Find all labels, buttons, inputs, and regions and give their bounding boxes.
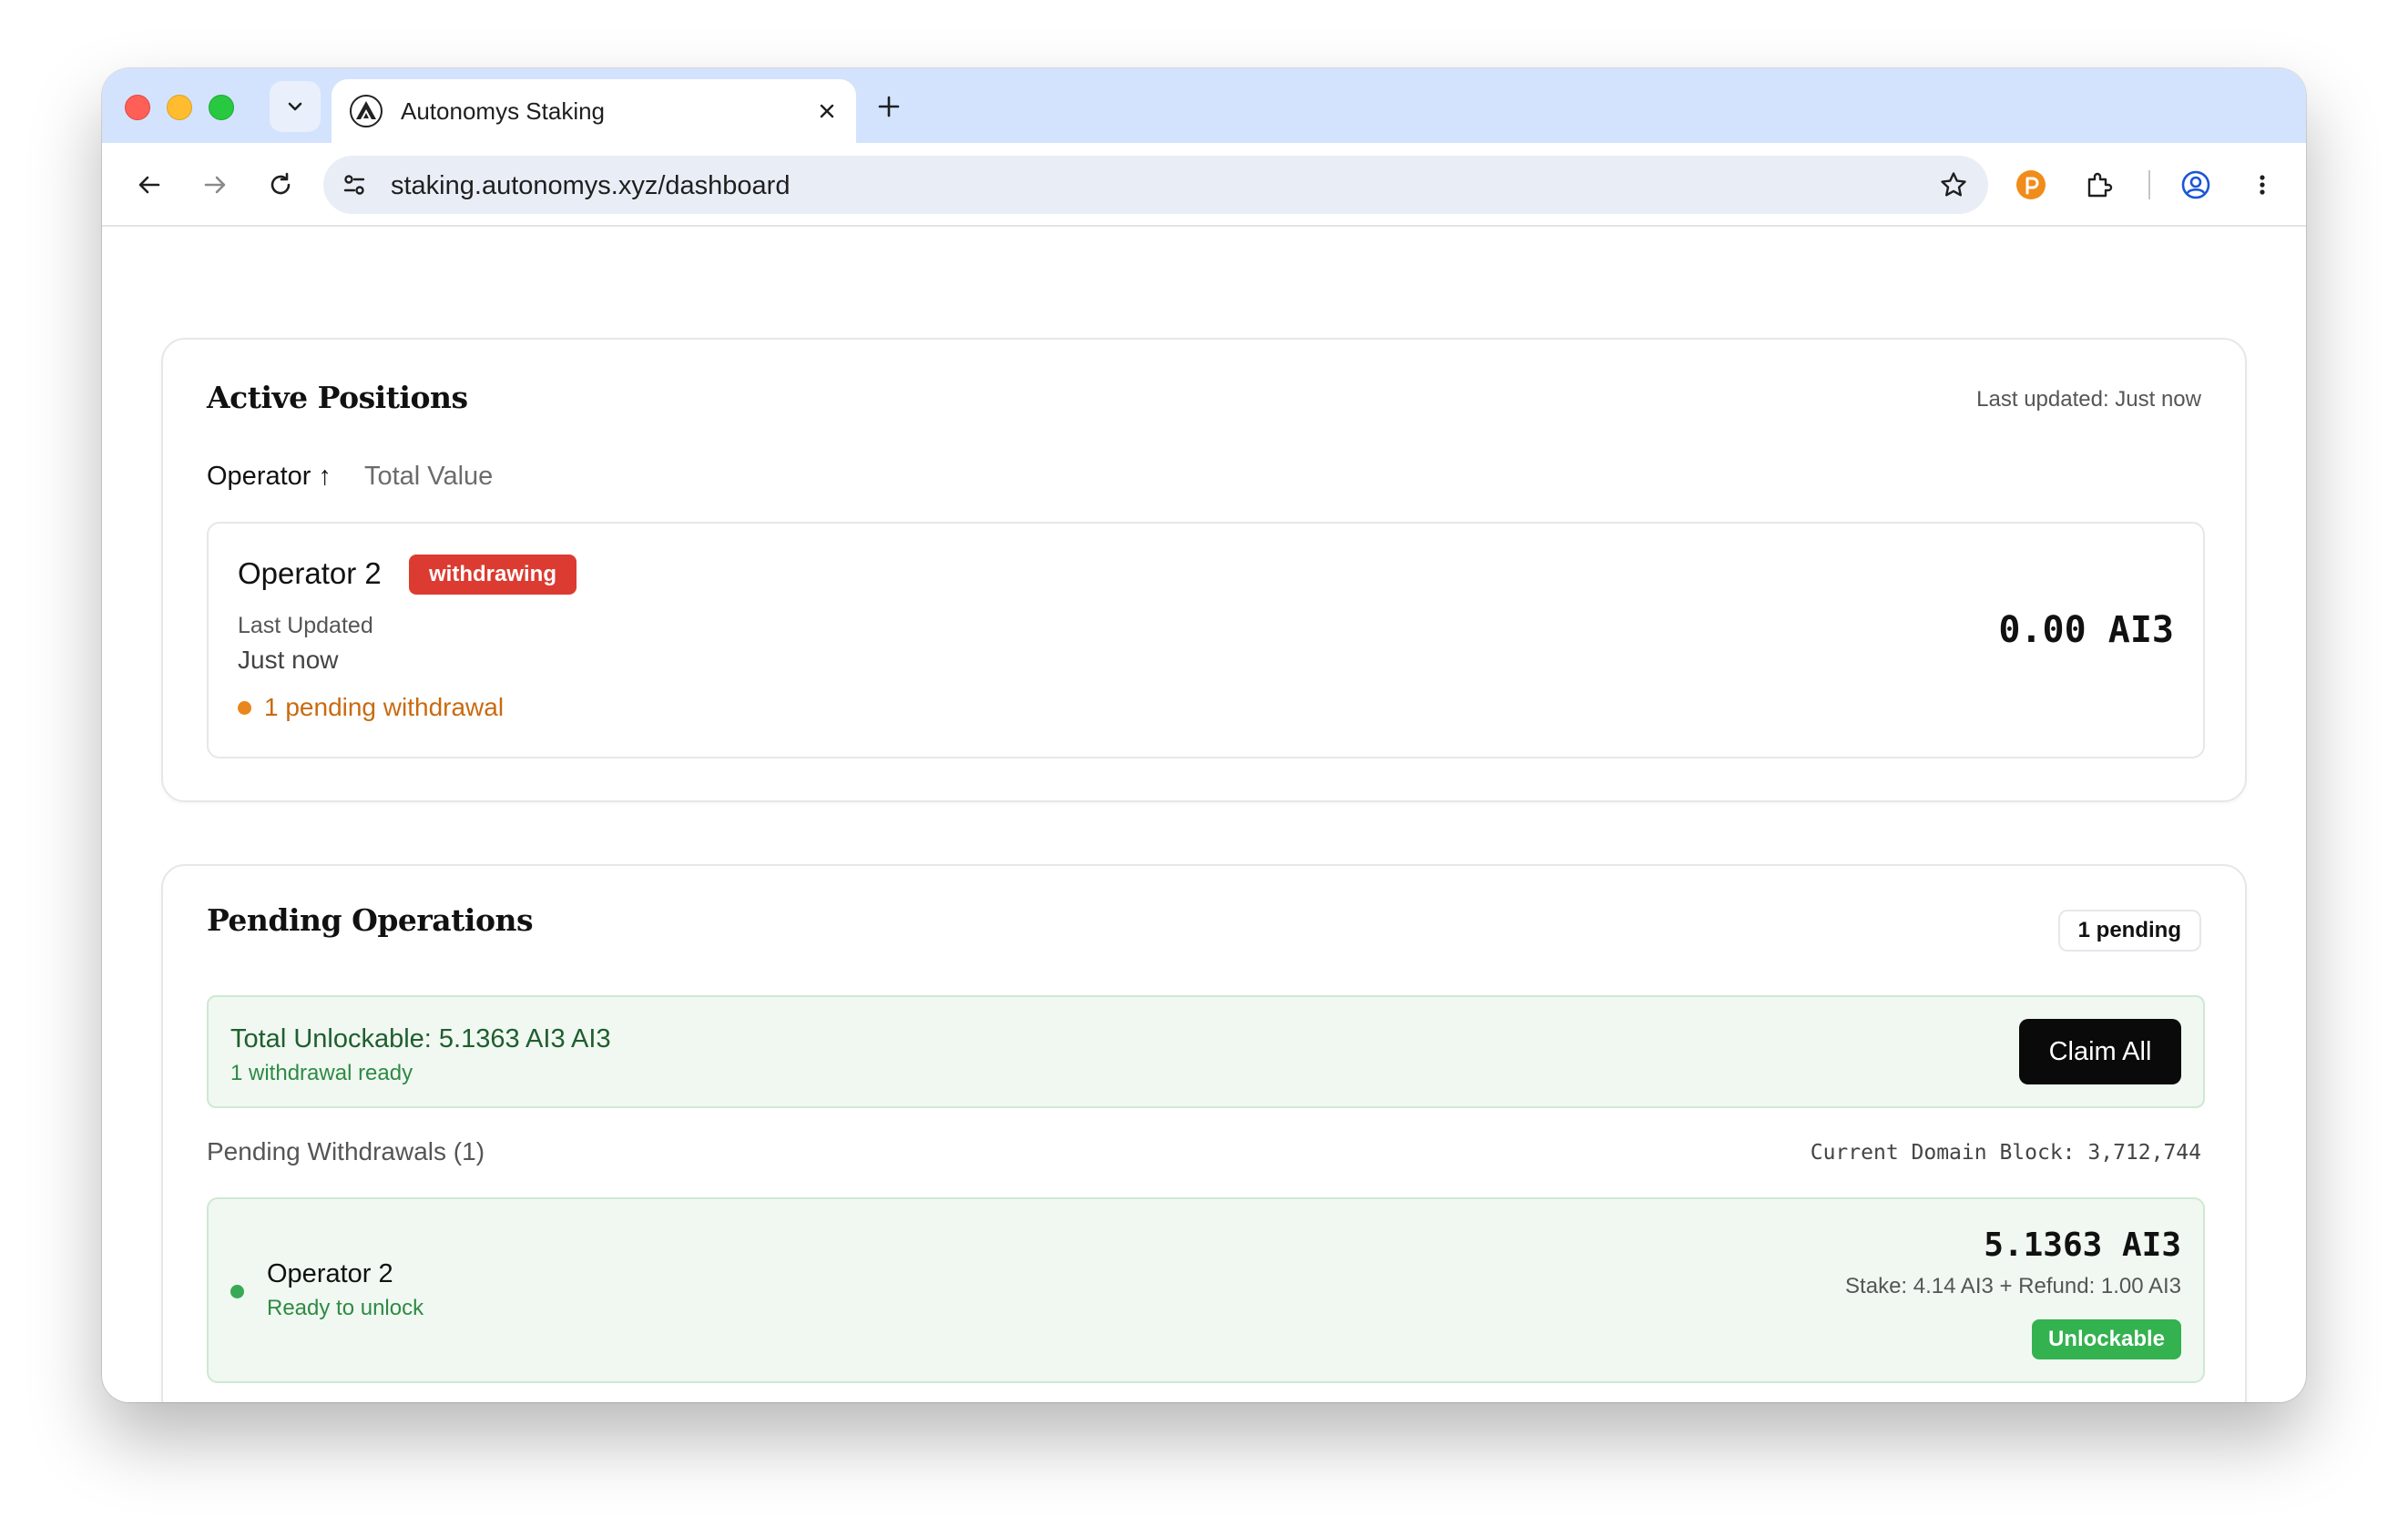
plus-icon: [878, 96, 900, 117]
position-value: 0.00 AI3: [1998, 609, 2174, 651]
page-content: Active Positions Last updated: Just now …: [102, 227, 2306, 1402]
address-bar[interactable]: staking.autonomys.xyz/dashboard: [323, 156, 1988, 214]
pending-withdrawals-heading: Pending Withdrawals (1): [207, 1137, 485, 1165]
active-positions-title: Active Positions: [207, 380, 468, 415]
current-domain-block: Current Domain Block: 3,712,744: [1810, 1141, 2201, 1165]
minimize-window-button[interactable]: [167, 95, 192, 120]
orange-extension-icon: [2016, 170, 2046, 199]
last-updated-label: Last Updated: [238, 613, 373, 638]
tune-icon: [343, 175, 365, 195]
pending-withdrawal-note: 1 pending withdrawal: [238, 693, 504, 722]
autonomys-logo-icon: [350, 95, 383, 127]
last-updated-value: Just now: [238, 646, 339, 674]
sort-by-total-value-button[interactable]: Total Value: [364, 462, 493, 492]
tab-title: Autonomys Staking: [401, 97, 606, 125]
bookmark-button[interactable]: [1932, 163, 1975, 207]
reload-icon: [270, 172, 291, 195]
chevron-down-icon: [288, 102, 302, 111]
withdrawal-breakdown: Stake: 4.14 AI3 + Refund: 1.00 AI3: [1845, 1274, 2181, 1298]
active-tab[interactable]: Autonomys Staking: [332, 79, 856, 143]
status-badge: withdrawing: [409, 555, 576, 595]
site-info-button[interactable]: [332, 163, 376, 207]
pending-withdrawal-text: 1 pending withdrawal: [264, 693, 505, 721]
last-updated-text: Last updated: Just now: [1976, 387, 2201, 412]
ready-dot-icon: [230, 1285, 244, 1298]
sort-arrow-up-icon: ↑: [318, 462, 332, 491]
pending-count-badge: 1 pending: [2057, 910, 2201, 952]
forward-button[interactable]: [191, 161, 239, 209]
sort-total-value-label: Total Value: [363, 462, 494, 491]
pending-operations-card: Pending Operations 1 pending Total Unloc…: [161, 864, 2247, 1402]
tab-strip: Autonomys Staking: [102, 68, 2306, 143]
total-unlockable-text: Total Unlockable: 5.1363 AI3 AI3: [230, 1024, 611, 1054]
browser-toolbar: staking.autonomys.xyz/dashboard: [102, 143, 2306, 227]
unlockable-summary-banner: Total Unlockable: 5.1363 AI3 AI3 1 withd…: [207, 995, 2205, 1108]
more-vertical-icon: [2260, 175, 2265, 195]
arrow-right-icon: [204, 176, 226, 194]
withdrawal-ready-text: 1 withdrawal ready: [230, 1061, 413, 1085]
maximize-window-button[interactable]: [209, 95, 234, 120]
sort-controls: Operator ↑ Total Value: [207, 462, 493, 492]
active-positions-card: Active Positions Last updated: Just now …: [161, 338, 2247, 802]
close-icon: [820, 104, 834, 118]
profile-button[interactable]: [2172, 161, 2219, 209]
pending-operations-title: Pending Operations: [207, 902, 534, 938]
browser-menu-button[interactable]: [2239, 161, 2286, 209]
puzzle-icon: [2087, 172, 2113, 198]
withdrawal-item[interactable]: Operator 2 Ready to unlock 5.1363 AI3 St…: [207, 1197, 2205, 1383]
unlockable-badge: Unlockable: [2031, 1319, 2181, 1359]
status-dot-icon: [238, 700, 251, 715]
reload-button[interactable]: [257, 161, 304, 209]
withdrawal-amount: 5.1363 AI3: [1984, 1227, 2181, 1264]
browser-window: Autonomys Staking staking.autonomys.xyz/…: [102, 68, 2306, 1402]
claim-all-button[interactable]: Claim All: [2019, 1019, 2181, 1084]
toolbar-divider: [2148, 170, 2150, 199]
position-item[interactable]: Operator 2 withdrawing Last Updated Just…: [207, 522, 2205, 758]
url-text: staking.autonomys.xyz/dashboard: [391, 171, 791, 200]
new-tab-button[interactable]: [869, 87, 909, 127]
close-tab-button[interactable]: [811, 95, 843, 127]
account-circle-icon: [2181, 170, 2210, 199]
withdrawal-status: Ready to unlock: [267, 1296, 424, 1320]
sort-operator-label: Operator: [207, 462, 311, 491]
withdrawal-operator-name: Operator 2: [267, 1259, 393, 1288]
operator-name: Operator 2: [238, 556, 382, 590]
extensions-menu-button[interactable]: [2075, 161, 2122, 209]
tab-search-button[interactable]: [270, 81, 321, 132]
back-button[interactable]: [126, 161, 173, 209]
arrow-left-icon: [138, 176, 160, 194]
close-window-button[interactable]: [125, 95, 150, 120]
star-icon: [1941, 172, 1966, 197]
sort-by-operator-button[interactable]: Operator ↑: [207, 462, 332, 492]
extension-button[interactable]: [2007, 161, 2055, 209]
